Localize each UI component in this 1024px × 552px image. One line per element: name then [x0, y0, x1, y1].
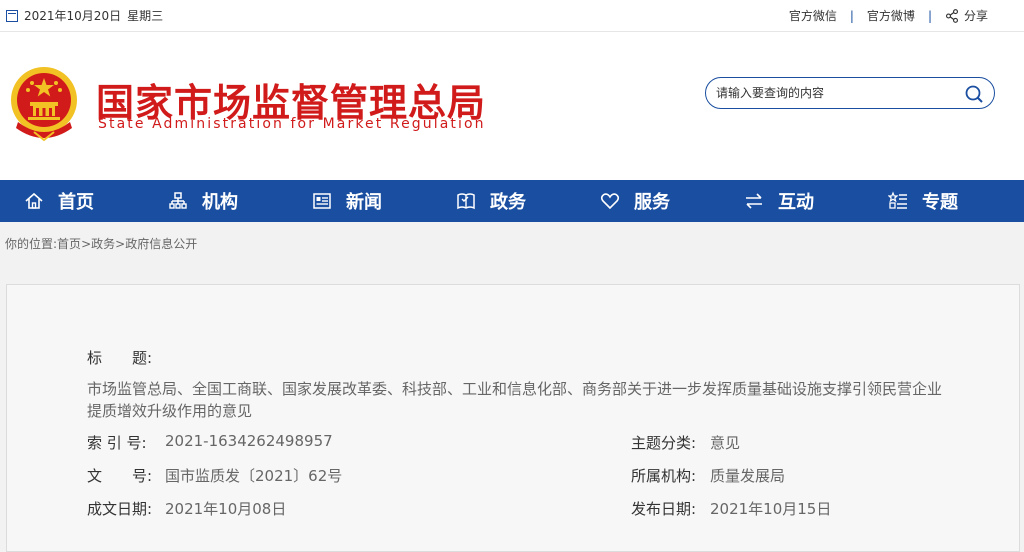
share-icon[interactable]: [945, 8, 959, 23]
site-header: 国家市场监督管理总局 State Administration for Mark…: [0, 32, 1024, 180]
calendar-icon: [6, 9, 18, 22]
nav-label: 新闻: [346, 192, 382, 213]
breadcrumb-home-link[interactable]: 首页: [57, 237, 81, 251]
document-info-card: 标 题: 市场监管总局、全国工商联、国家发展改革委、科技部、工业和信息化部、商务…: [6, 284, 1020, 552]
published-date-label: 发布日期:: [631, 500, 697, 518]
created-date-label: 成文日期:: [87, 500, 153, 518]
breadcrumb-affairs-link[interactable]: 政务: [91, 237, 115, 251]
book-icon: [457, 193, 475, 210]
weekday-text: 星期三: [127, 9, 164, 23]
nav-item-news[interactable]: 新闻: [312, 180, 382, 222]
nav-item-interaction[interactable]: 互动: [744, 180, 814, 222]
breadcrumb-info-link[interactable]: 政府信息公开: [125, 237, 197, 251]
main-nav: 首页 机构 新闻 政务 服务 互动 专题: [0, 180, 1024, 222]
index-label: 索 引 号:: [87, 434, 147, 452]
breadcrumb-prefix: 你的位置:: [5, 237, 58, 251]
news-icon: [313, 193, 331, 209]
breadcrumb: 你的位置:首页>政务>政府信息公开: [5, 235, 197, 252]
divider: |: [927, 8, 932, 23]
topic-value: 意见: [710, 434, 741, 452]
search-input[interactable]: [716, 84, 956, 102]
nav-item-home[interactable]: 首页: [24, 180, 94, 222]
site-title-en[interactable]: State Administration for Market Regulati…: [98, 116, 486, 132]
title-value: 市场监管总局、全国工商联、国家发展改革委、科技部、工业和信息化部、商务部关于进一…: [87, 380, 943, 420]
top-bar: 2021年10月20日 星期三 官方微信 | 官方微博 | 分享: [0, 0, 1024, 32]
nav-item-topics[interactable]: 专题: [888, 180, 958, 222]
date-display: 2021年10月20日 星期三: [6, 7, 163, 24]
org-label: 所属机构:: [631, 467, 697, 485]
official-weibo-link[interactable]: 官方微博: [867, 7, 915, 24]
index-value: 2021-1634262498957: [165, 432, 333, 450]
nav-item-affairs[interactable]: 政务: [456, 180, 526, 222]
org-chart-icon: [169, 192, 187, 209]
org-value: 质量发展局: [710, 467, 786, 485]
home-icon: [25, 192, 43, 209]
date-text: 2021年10月20日: [24, 9, 122, 23]
search-box: [705, 77, 995, 109]
doc-number-value: 国市监质发〔2021〕62号: [165, 467, 343, 485]
nav-label: 机构: [202, 192, 238, 213]
exchange-arrows-icon: [746, 193, 762, 209]
nav-label: 政务: [490, 192, 526, 213]
search-icon[interactable]: [964, 84, 984, 104]
published-date-value: 2021年10月15日: [710, 500, 832, 518]
nav-label: 首页: [58, 192, 94, 213]
nav-item-services[interactable]: 服务: [600, 180, 670, 222]
nav-item-org[interactable]: 机构: [168, 180, 238, 222]
heart-icon: [600, 193, 620, 210]
divider: |: [849, 8, 854, 23]
nav-label: 专题: [922, 192, 958, 213]
created-date-value: 2021年10月08日: [165, 500, 287, 518]
topic-icon: [888, 191, 907, 209]
doc-number-label: 文 号:: [87, 467, 153, 485]
nav-label: 服务: [634, 192, 670, 213]
official-wechat-link[interactable]: 官方微信: [789, 7, 837, 24]
national-emblem-icon: [11, 67, 77, 142]
title-label: 标 题:: [87, 349, 153, 367]
breadcrumb-separator: >: [115, 237, 126, 251]
topic-label: 主题分类:: [631, 434, 697, 452]
share-link[interactable]: 分享: [964, 7, 988, 24]
nav-label: 互动: [778, 192, 814, 213]
top-links: 官方微信 | 官方微博 | 分享: [789, 7, 988, 24]
breadcrumb-separator: >: [81, 237, 92, 251]
